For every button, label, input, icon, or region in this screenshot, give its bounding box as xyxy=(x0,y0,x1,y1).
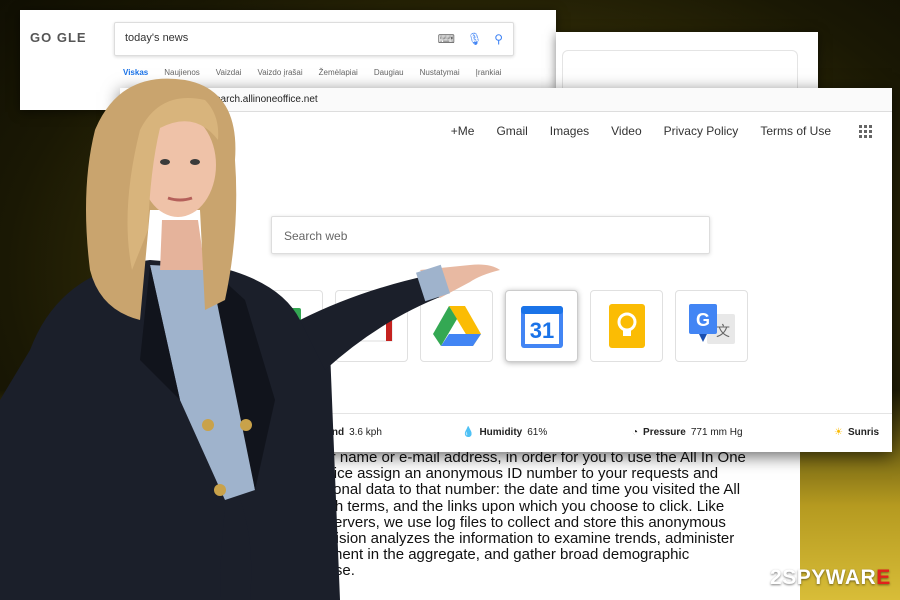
svg-text:文: 文 xyxy=(716,323,730,339)
translate-icon: 文 G xyxy=(688,304,735,344)
translate-letter: G xyxy=(695,310,709,330)
google-search-query: today's news xyxy=(125,32,189,44)
keep-icon xyxy=(608,304,645,348)
nav-images-link[interactable]: Images xyxy=(550,124,589,138)
search-icon[interactable]: ⚲ xyxy=(494,32,503,46)
weather-sunrise: ☀ Sunris xyxy=(834,427,880,438)
background-window-pane xyxy=(562,50,798,92)
nav-privacy-link[interactable]: Privacy Policy xyxy=(664,124,739,138)
calendar-day: 31 xyxy=(529,318,553,343)
keyboard-icon[interactable]: ⌨ xyxy=(438,32,455,46)
pressure-gauge-icon: ◔ xyxy=(632,427,639,438)
microphone-icon[interactable]: 🎙 xyxy=(467,32,482,46)
sunrise-icon: ☀ xyxy=(834,427,843,438)
presenter-figure xyxy=(0,78,500,600)
watermark-logo: 2SPYWARE xyxy=(770,566,891,589)
apps-grid-icon[interactable] xyxy=(859,124,872,138)
background-window xyxy=(556,32,818,92)
google-logo: GO GLE xyxy=(30,30,87,45)
shortcut-keep[interactable] xyxy=(590,290,663,362)
google-search-input[interactable]: today's news ⌨ 🎙 ⚲ xyxy=(114,22,514,56)
shortcut-translate[interactable]: 文 G xyxy=(675,290,748,362)
weather-pressure: ◔ Pressure 771 mm Hg xyxy=(632,427,743,438)
nav-terms-link[interactable]: Terms of Use xyxy=(760,124,831,138)
nav-video-link[interactable]: Video xyxy=(611,124,641,138)
